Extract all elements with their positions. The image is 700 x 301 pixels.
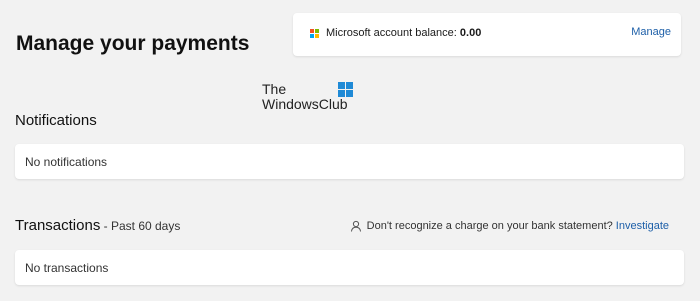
balance-label: Microsoft account balance: 0.00	[326, 27, 481, 39]
notifications-card: No notifications	[15, 144, 684, 179]
help-text: Don't recognize a charge on your bank st…	[366, 220, 616, 232]
watermark: The WindowsClub	[262, 82, 348, 112]
transactions-title: Transactions	[15, 217, 101, 234]
investigate-link[interactable]: Investigate	[616, 220, 669, 232]
notifications-heading: Notifications	[15, 112, 97, 129]
person-icon	[350, 220, 362, 232]
balance-card: Microsoft account balance: 0.00 Manage	[293, 13, 681, 56]
investigate-help-text: Don't recognize a charge on your bank st…	[367, 220, 669, 232]
watermark-line-1: The	[262, 81, 287, 97]
balance-value: 0.00	[459, 27, 482, 39]
transactions-card: No transactions	[15, 250, 684, 285]
transactions-heading: Transactions - Past 60 days	[15, 217, 180, 234]
watermark-line-2: WindowsClub	[262, 96, 348, 112]
manage-link[interactable]: Manage	[631, 26, 671, 38]
balance-label-text: Microsoft account balance:	[326, 27, 460, 39]
microsoft-logo-icon	[310, 29, 320, 39]
transactions-subheading: - Past 60 days	[100, 219, 181, 233]
investigate-row: Don't recognize a charge on your bank st…	[350, 220, 669, 232]
transactions-empty-text: No transactions	[25, 261, 109, 275]
windows-logo-icon	[338, 82, 353, 97]
notifications-empty-text: No notifications	[25, 155, 108, 169]
page-title: Manage your payments	[16, 32, 250, 55]
